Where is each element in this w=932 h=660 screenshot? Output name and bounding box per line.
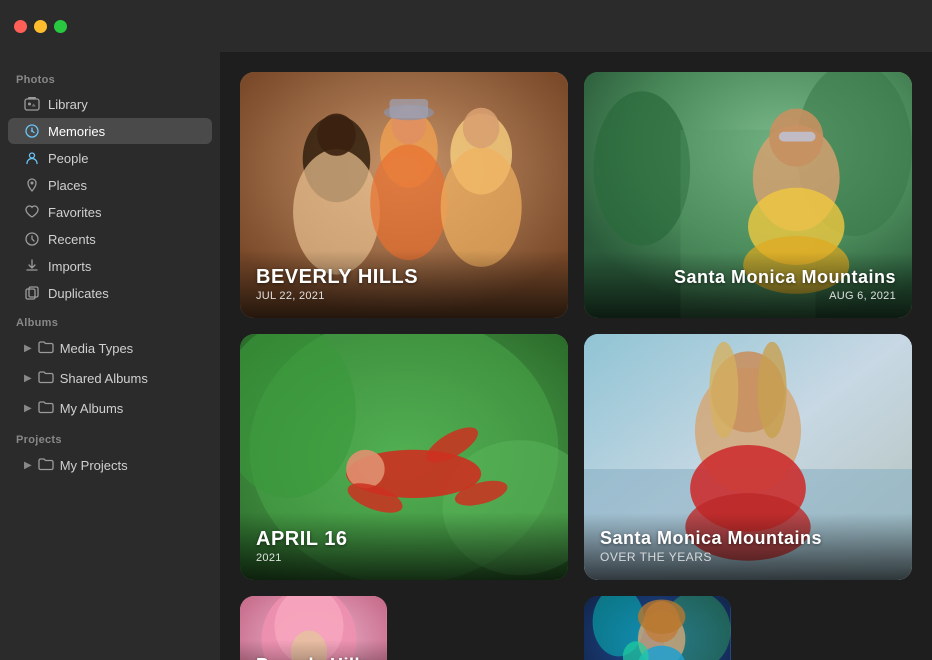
title-bar xyxy=(0,0,932,52)
card-overlay-3: APRIL 16 2021 xyxy=(240,512,568,580)
folder-icon-my-albums xyxy=(38,399,54,418)
duplicates-icon xyxy=(24,285,40,301)
sidebar-item-favorites-label: Favorites xyxy=(48,205,101,220)
places-icon xyxy=(24,177,40,193)
imports-icon xyxy=(24,258,40,274)
memory-card-santa-monica-1[interactable]: Santa Monica Mountains AUG 6, 2021 xyxy=(584,72,912,318)
sidebar-item-duplicates[interactable]: Duplicates xyxy=(8,280,212,306)
memories-icon xyxy=(24,123,40,139)
card-title-3: APRIL 16 xyxy=(256,528,552,550)
card-title-5: Beverly Hills xyxy=(256,656,371,660)
sidebar-section-photos: Photos xyxy=(0,64,220,90)
memory-card-april-16[interactable]: APRIL 16 2021 xyxy=(240,334,568,580)
memory-card-beverly-hills-2[interactable]: Beverly Hills JUL 28, 2021 xyxy=(240,596,387,660)
sidebar-section-projects: Projects xyxy=(0,424,220,450)
card-title-1: BEVERLY HILLS xyxy=(256,266,552,288)
card-date-1: JUL 22, 2021 xyxy=(256,290,552,302)
chevron-right-icon-4: ▶ xyxy=(24,460,32,471)
library-icon xyxy=(24,96,40,112)
sidebar-item-shared-albums[interactable]: ▶ Shared Albums xyxy=(8,364,212,393)
people-icon xyxy=(24,150,40,166)
sidebar-section-albums: Albums xyxy=(0,307,220,333)
card-subtitle-4: OVER THE YEARS xyxy=(600,550,896,564)
sidebar-item-media-types-label: Media Types xyxy=(60,341,133,356)
sidebar-item-imports[interactable]: Imports xyxy=(8,253,212,279)
maximize-button[interactable] xyxy=(54,20,67,33)
card-overlay-5: Beverly Hills JUL 28, 2021 xyxy=(240,640,387,660)
card-title-4: Santa Monica Mountains xyxy=(600,529,896,549)
chevron-right-icon-3: ▶ xyxy=(24,403,32,414)
sidebar-item-places[interactable]: Places xyxy=(8,172,212,198)
sidebar-item-duplicates-label: Duplicates xyxy=(48,286,109,301)
folder-icon-media xyxy=(38,339,54,358)
favorites-icon xyxy=(24,204,40,220)
chevron-right-icon: ▶ xyxy=(24,343,32,354)
sidebar-item-imports-label: Imports xyxy=(48,259,91,274)
card-image-6 xyxy=(584,596,731,660)
photo-grid: BEVERLY HILLS JUL 22, 2021 xyxy=(240,72,912,660)
sidebar: Photos Library Memories xyxy=(0,52,220,660)
card-date-2: AUG 6, 2021 xyxy=(600,290,896,302)
close-button[interactable] xyxy=(14,20,27,33)
folder-icon-shared xyxy=(38,369,54,388)
card-date-3: 2021 xyxy=(256,552,552,564)
card-overlay-1: BEVERLY HILLS JUL 22, 2021 xyxy=(240,250,568,318)
sidebar-item-people[interactable]: People xyxy=(8,145,212,171)
sidebar-item-places-label: Places xyxy=(48,178,87,193)
sidebar-item-favorites[interactable]: Favorites xyxy=(8,199,212,225)
sidebar-item-shared-albums-label: Shared Albums xyxy=(60,371,148,386)
main-content: BEVERLY HILLS JUL 22, 2021 xyxy=(220,52,932,660)
sidebar-item-my-projects[interactable]: ▶ My Projects xyxy=(8,451,212,480)
memory-card-santa-monica-2[interactable]: Santa Monica Mountains OVER THE YEARS xyxy=(584,334,912,580)
traffic-lights xyxy=(0,20,67,33)
recents-icon xyxy=(24,231,40,247)
sidebar-item-recents[interactable]: Recents xyxy=(8,226,212,252)
folder-icon-projects xyxy=(38,456,54,475)
card-overlay-4: Santa Monica Mountains OVER THE YEARS xyxy=(584,513,912,580)
sidebar-item-library-label: Library xyxy=(48,97,88,112)
sidebar-item-recents-label: Recents xyxy=(48,232,96,247)
card-title-2: Santa Monica Mountains xyxy=(600,268,896,288)
memory-card-concert[interactable] xyxy=(584,596,731,660)
sidebar-item-my-albums-label: My Albums xyxy=(60,401,124,416)
sidebar-item-library[interactable]: Library xyxy=(8,91,212,117)
sidebar-item-memories-label: Memories xyxy=(48,124,105,139)
sidebar-item-media-types[interactable]: ▶ Media Types xyxy=(8,334,212,363)
minimize-button[interactable] xyxy=(34,20,47,33)
sidebar-item-people-label: People xyxy=(48,151,88,166)
sidebar-item-my-projects-label: My Projects xyxy=(60,458,128,473)
card-overlay-2: Santa Monica Mountains AUG 6, 2021 xyxy=(584,252,912,318)
sidebar-item-my-albums[interactable]: ▶ My Albums xyxy=(8,394,212,423)
chevron-right-icon-2: ▶ xyxy=(24,373,32,384)
memory-card-beverly-hills-1[interactable]: BEVERLY HILLS JUL 22, 2021 xyxy=(240,72,568,318)
sidebar-item-memories[interactable]: Memories xyxy=(8,118,212,144)
